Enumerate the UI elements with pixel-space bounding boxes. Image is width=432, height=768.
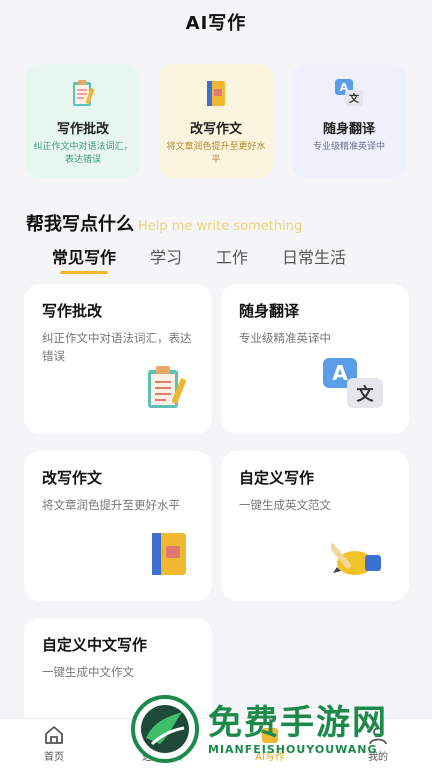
- clipboard-pencil-icon: [148, 366, 187, 408]
- section-title: 帮我写点什么: [26, 214, 134, 235]
- quick-card-title: 随身翻译: [322, 122, 375, 137]
- card-writing-correction[interactable]: 写作批改 纠正作文中对语法词汇，表达错误: [24, 284, 212, 434]
- home-icon: [45, 726, 63, 744]
- card-title: 写作批改: [42, 302, 103, 320]
- card-desc: 纠正作文中对语法词汇，表达错误: [42, 331, 192, 363]
- card-translation[interactable]: 随身翻译 专业级精准英译中 A 文: [221, 284, 409, 434]
- tab-study[interactable]: 学习: [150, 244, 182, 274]
- svg-text:A: A: [332, 361, 348, 385]
- watermark: 免费手游网 MIANFEISHOUYOUWANG: [130, 690, 432, 768]
- watermark-subtext: MIANFEISHOUYOUWANG: [208, 742, 378, 756]
- card-title: 自定义写作: [239, 469, 315, 487]
- page-title: AI写作: [185, 13, 247, 34]
- card-custom-writing[interactable]: 自定义写作 一键生成英文范文: [221, 451, 409, 601]
- card-title: 改写作文: [42, 469, 103, 487]
- quick-card-title: 写作批改: [56, 122, 109, 137]
- section-subtitle: Help me write something: [138, 219, 303, 234]
- card-title: 随身翻译: [239, 302, 300, 320]
- quick-card-translate[interactable]: A 文 随身翻译 专业级精准英译中: [292, 64, 406, 178]
- nav-label: 首页: [44, 752, 64, 763]
- quick-card-desc: 纠正作文中对语法词汇，表达错误: [33, 142, 133, 165]
- tab-work[interactable]: 工作: [216, 244, 248, 274]
- card-desc: 一键生成英文范文: [239, 498, 331, 512]
- quick-card-rewrite[interactable]: 改写作文 将文章润色提升至更好水平: [159, 64, 273, 178]
- notebook-icon: [152, 533, 186, 575]
- nav-home[interactable]: 首页: [0, 719, 108, 768]
- tab-common-writing[interactable]: 常见写作: [52, 244, 116, 274]
- translate-icon: A 文: [323, 358, 383, 408]
- svg-text:文: 文: [349, 92, 360, 105]
- section-heading: 帮我写点什么 Help me write something: [26, 210, 302, 236]
- card-desc: 一键生成中文作文: [42, 665, 134, 679]
- tab-daily-life[interactable]: 日常生活: [282, 244, 346, 274]
- clipboard-pencil-icon: [73, 80, 95, 106]
- header: AI写作: [0, 0, 432, 44]
- quick-card-correction[interactable]: 写作批改 纠正作文中对语法词汇，表达错误: [26, 64, 140, 178]
- quick-card-desc: 将文章润色提升至更好水平: [166, 142, 266, 165]
- notebook-icon: [207, 81, 225, 106]
- quick-cards: 写作批改 纠正作文中对语法词汇，表达错误 改写作文 将文章润色提升至更好水平 A…: [26, 64, 406, 178]
- category-tabs: 常见写作 学习 工作 日常生活: [52, 244, 380, 274]
- hand-pencil-icon: [331, 543, 381, 575]
- quick-card-desc: 专业级精准英译中: [312, 142, 385, 152]
- translate-icon: A 文: [335, 79, 363, 106]
- card-title: 自定义中文写作: [42, 636, 148, 654]
- card-desc: 专业级精准英译中: [239, 331, 331, 345]
- watermark-logo-icon: [131, 695, 199, 763]
- svg-text:文: 文: [357, 384, 375, 405]
- card-rewrite[interactable]: 改写作文 将文章润色提升至更好水平: [24, 451, 212, 601]
- card-desc: 将文章润色提升至更好水平: [42, 498, 180, 512]
- watermark-text: 免费手游网: [208, 702, 388, 743]
- quick-card-title: 改写作文: [189, 122, 242, 137]
